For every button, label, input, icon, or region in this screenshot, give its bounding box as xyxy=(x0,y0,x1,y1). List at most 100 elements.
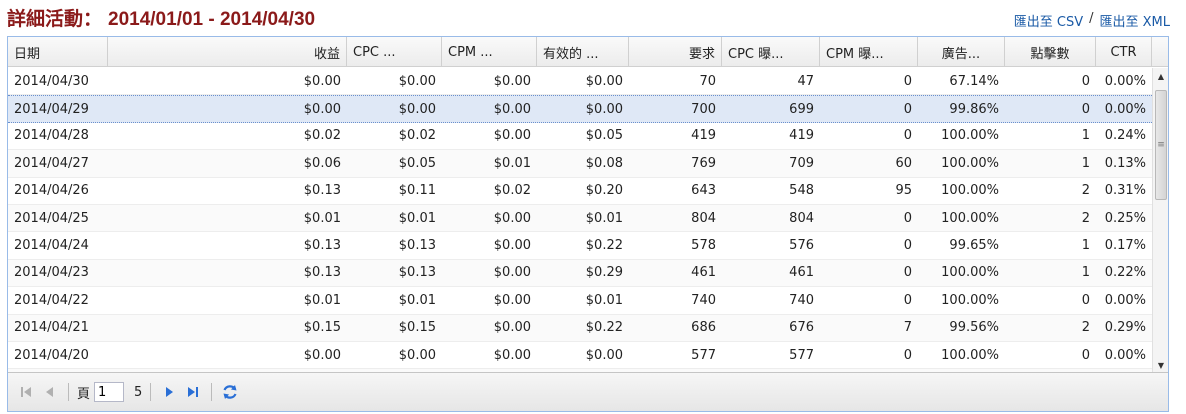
column-header-9[interactable]: 點擊數 xyxy=(1005,37,1096,67)
grid-header: 日期 收益 CPC ... CPM ... 有效的 ... 要求 CPC 曝... CPM 曝… xyxy=(8,37,1152,67)
table-cell: $0.11 xyxy=(398,183,436,199)
last-page-icon[interactable] xyxy=(183,382,203,402)
table-cell: 0 xyxy=(903,210,912,226)
column-header-8[interactable]: 廣告... xyxy=(918,37,1005,67)
scroll-up-icon[interactable]: ▲ xyxy=(1153,68,1169,84)
export-csv-link[interactable]: 匯出至 CSV xyxy=(1014,11,1083,30)
column-header-10[interactable]: CTR xyxy=(1096,37,1152,67)
table-cell: $0.00 xyxy=(493,101,531,117)
column-header-5[interactable]: 要求 xyxy=(629,37,722,67)
page-title: 詳細活動： 2014/01/01 - 2014/04/30 xyxy=(7,4,315,30)
page-number-input[interactable] xyxy=(94,382,125,402)
table-cell: 769 xyxy=(691,155,716,171)
column-header-6[interactable]: CPC 曝... xyxy=(722,37,820,67)
table-cell: 67.14% xyxy=(949,73,999,89)
activity-grid: 日期 收益 CPC ... CPM ... 有效的 ... 要求 CPC 曝... CPM 曝… xyxy=(7,36,1169,412)
table-cell: 1 xyxy=(1081,128,1090,144)
table-cell: 419 xyxy=(691,128,716,144)
table-cell: $0.00 xyxy=(493,347,531,363)
table-cell: 0 xyxy=(1081,101,1090,117)
table-cell: $0.01 xyxy=(398,292,436,308)
table-cell: 700 xyxy=(691,101,716,117)
table-row[interactable]: 2014/04/24 $0.13 $0.13 $0.00 $0.22 578 576 0 99.… xyxy=(8,232,1152,260)
table-cell: 100.00% xyxy=(941,210,999,226)
table-cell: 2 xyxy=(1081,320,1090,336)
column-header-4[interactable]: 有效的 ... xyxy=(537,37,629,67)
export-xml-link[interactable]: 匯出至 XML xyxy=(1100,11,1171,30)
table-cell: $0.01 xyxy=(303,292,341,308)
pager-separator xyxy=(68,383,69,401)
table-row[interactable]: 2014/04/30 $0.00 $0.00 $0.00 $0.00 70 47 0 67.14… xyxy=(8,68,1152,96)
table-row[interactable]: 2014/04/23 $0.13 $0.13 $0.00 $0.29 461 461 0 100… xyxy=(8,259,1152,288)
refresh-icon[interactable] xyxy=(220,382,240,402)
table-row[interactable]: 2014/04/22 $0.01 $0.01 $0.00 $0.01 740 740 0 100… xyxy=(8,287,1152,315)
table-cell: 0.00% xyxy=(1104,292,1146,308)
table-cell: 2014/04/22 xyxy=(14,292,89,308)
table-cell: 804 xyxy=(691,210,716,226)
column-header-1[interactable]: 收益 xyxy=(108,37,347,67)
table-cell: 7 xyxy=(903,320,912,336)
table-cell: 643 xyxy=(691,183,716,199)
table-cell: $0.06 xyxy=(303,155,341,171)
export-separator: / xyxy=(1089,11,1094,26)
table-cell: $0.00 xyxy=(493,210,531,226)
table-cell: $0.00 xyxy=(493,128,531,144)
table-cell: 0.00% xyxy=(1104,101,1146,117)
table-cell: 0 xyxy=(903,101,912,117)
table-cell: 0 xyxy=(903,128,912,144)
pager-separator xyxy=(211,383,213,401)
table-cell: 2014/04/27 xyxy=(14,155,89,171)
table-cell: 676 xyxy=(789,320,814,336)
column-header-2[interactable]: CPC ... xyxy=(347,37,442,67)
table-cell: 0.31% xyxy=(1104,183,1146,199)
table-row[interactable]: 2014/04/26 $0.13 $0.11 $0.02 $0.20 643 548 95 10… xyxy=(8,178,1152,205)
first-page-icon[interactable] xyxy=(16,382,36,402)
table-row[interactable]: 2014/04/25 $0.01 $0.01 $0.00 $0.01 804 804 0 100… xyxy=(8,204,1152,233)
table-row[interactable]: 2014/04/29 $0.00 $0.00 $0.00 $0.00 700 699 0 99.… xyxy=(8,95,1152,123)
column-header-3[interactable]: CPM ... xyxy=(442,37,537,67)
table-cell: 0.22% xyxy=(1104,265,1146,281)
table-cell: 95 xyxy=(895,183,912,199)
table-cell: 0 xyxy=(1081,347,1090,363)
table-cell: 0.13% xyxy=(1104,155,1146,171)
column-header-7[interactable]: CPM 曝... xyxy=(820,37,918,67)
table-cell: 0 xyxy=(903,73,912,89)
table-cell: $0.00 xyxy=(398,101,436,117)
table-cell: $0.00 xyxy=(585,73,623,89)
table-cell: $0.00 xyxy=(493,320,531,336)
table-cell: 2 xyxy=(1081,183,1090,199)
vertical-scrollbar[interactable]: ▲ ≡ ▼ xyxy=(1152,68,1168,373)
next-page-icon[interactable] xyxy=(159,382,179,402)
table-cell: 1 xyxy=(1081,238,1090,254)
table-row[interactable]: 2014/04/28 $0.02 $0.02 $0.00 $0.05 419 419 0 100… xyxy=(8,123,1152,151)
table-cell: 0.00% xyxy=(1104,347,1146,363)
table-cell: 47 xyxy=(797,73,814,89)
table-cell: $0.00 xyxy=(493,292,531,308)
scroll-down-icon[interactable]: ▼ xyxy=(1153,357,1169,373)
table-cell: $0.05 xyxy=(585,128,623,144)
table-cell: 2014/04/20 xyxy=(14,347,89,363)
grid-body: 2014/04/30 $0.00 $0.00 $0.00 $0.00 70 47 0 67.14… xyxy=(8,68,1152,373)
table-cell: 740 xyxy=(691,292,716,308)
table-cell: $0.00 xyxy=(398,347,436,363)
table-row[interactable]: 2014/04/27 $0.06 $0.05 $0.01 $0.08 769 709 60 10… xyxy=(8,150,1152,178)
total-pages: 5 xyxy=(134,384,143,400)
header-spacer xyxy=(1152,37,1168,67)
table-cell: $0.00 xyxy=(493,73,531,89)
table-cell: $0.29 xyxy=(585,265,623,281)
table-cell: 0 xyxy=(903,238,912,254)
table-cell: 0 xyxy=(1081,73,1090,89)
table-cell: 100.00% xyxy=(941,292,999,308)
scroll-thumb[interactable]: ≡ xyxy=(1155,90,1167,200)
table-row[interactable]: 2014/04/21 $0.15 $0.15 $0.00 $0.22 686 676 7 99.… xyxy=(8,314,1152,342)
table-cell: $0.02 xyxy=(493,183,531,199)
prev-page-icon[interactable] xyxy=(40,382,60,402)
table-cell: 99.86% xyxy=(949,101,999,117)
table-cell: 0 xyxy=(903,265,912,281)
column-header-0[interactable]: 日期 xyxy=(8,37,108,67)
table-row[interactable]: 2014/04/20 $0.00 $0.00 $0.00 $0.00 577 577 0 100… xyxy=(8,342,1152,370)
table-cell: 2014/04/28 xyxy=(14,128,89,144)
table-cell: 2014/04/29 xyxy=(14,101,89,117)
export-links: 匯出至 CSV / 匯出至 XML xyxy=(1014,11,1170,30)
table-cell: 0.17% xyxy=(1104,238,1146,254)
